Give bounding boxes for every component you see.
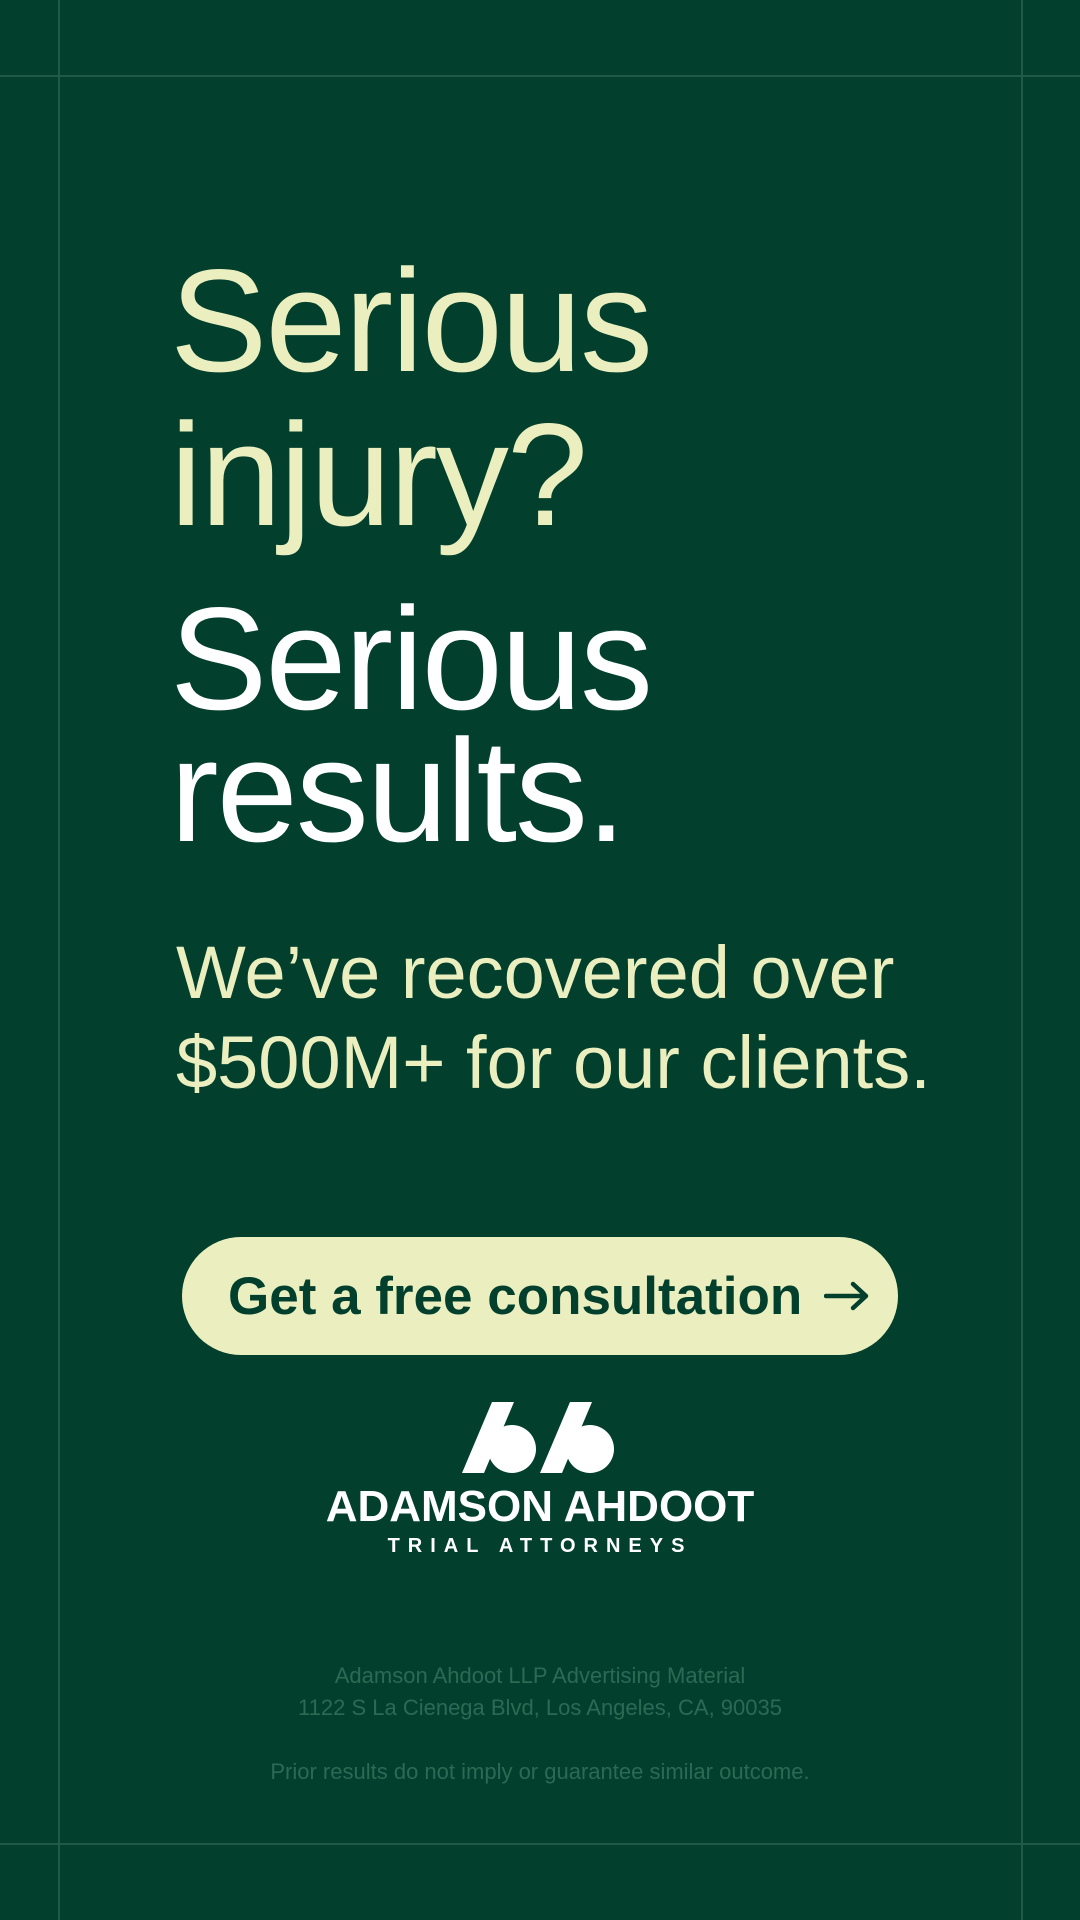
subhead: We’ve recovered over $500M+ for our clie… [176,928,1016,1108]
legal-disclaimer: Prior results do not imply or guarantee … [270,1759,810,1784]
subhead-line-1: We’ve recovered over [176,931,895,1014]
headline: Serious injury? Serious results. [170,239,653,872]
firm-name: ADAMSON AHDOOT [325,1482,755,1531]
guide-line-left [58,0,60,1920]
legal-line-address: 1122 S La Cienega Blvd, Los Angeles, CA,… [298,1695,782,1720]
legal-line-advertising: Adamson Ahdoot LLP Advertising Material [334,1663,746,1688]
headline-answer-line-2: results. [170,709,627,872]
guide-line-right [1021,0,1023,1920]
adamson-ahdoot-logo-icon [462,1402,614,1473]
guide-line-bottom [0,1843,1080,1845]
firm-tagline: TRIAL ATTORNEYS [387,1535,693,1557]
headline-question-line-2: injury? [170,393,588,556]
free-consultation-button-label: Get a free consultation [228,1266,803,1326]
subhead-line-2: $500M+ for our clients. [176,1021,931,1104]
free-consultation-button[interactable]: Get a free consultation [182,1237,898,1355]
guide-line-top [0,75,1080,77]
arrow-right-icon [824,1281,869,1311]
headline-question-line-1: Serious [170,239,653,402]
